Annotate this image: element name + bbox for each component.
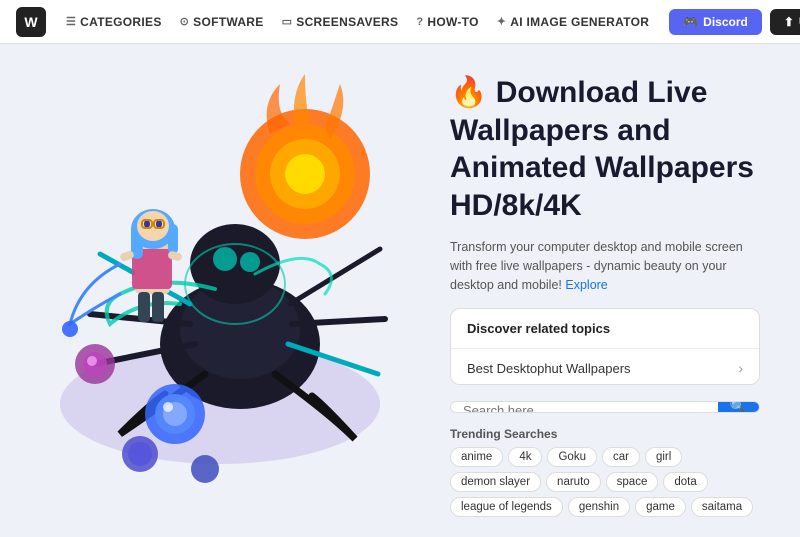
nav-label-ai-image: AI IMAGE GENERATOR: [510, 15, 649, 29]
topics-header: Discover related topics: [451, 309, 759, 349]
discord-icon: 🎮: [683, 15, 698, 29]
fire-emoji: 🔥: [450, 76, 487, 109]
discord-button[interactable]: 🎮 Discord: [669, 9, 762, 35]
right-panel: 🔥 Download Live Wallpapers and Animated …: [440, 44, 800, 537]
nav-label-software: SOFTWARE: [193, 15, 263, 29]
hero-image-area: [0, 44, 440, 537]
topics-box: Discover related topics Best Desktophut …: [450, 308, 760, 384]
howto-icon: ?: [416, 16, 423, 28]
trending-tag[interactable]: car: [602, 447, 640, 467]
nav-item-screensavers[interactable]: ▭ SCREENSAVERS: [282, 15, 399, 29]
trending-tag[interactable]: dota: [663, 472, 707, 492]
trending-tag[interactable]: genshin: [568, 497, 630, 517]
screensavers-icon: ▭: [282, 15, 293, 28]
trending-tag[interactable]: naruto: [546, 472, 601, 492]
search-input[interactable]: [451, 402, 718, 413]
logo[interactable]: W: [16, 7, 46, 37]
header-buttons: 🎮 Discord ⬆ Upload: [669, 9, 800, 35]
upload-icon: ⬆: [784, 15, 794, 29]
search-box: 🔍: [450, 401, 760, 413]
trending-tag[interactable]: 4k: [508, 447, 542, 467]
trending-label: Trending Searches: [450, 427, 760, 441]
nav-item-ai-image[interactable]: ✦ AI IMAGE GENERATOR: [497, 15, 650, 29]
trending-tag[interactable]: league of legends: [450, 497, 563, 517]
topic-item-0[interactable]: Best Desktophut Wallpapers ›: [451, 349, 759, 384]
nav-item-software[interactable]: ⊙ SOFTWARE: [180, 15, 264, 29]
trending-tag[interactable]: anime: [450, 447, 503, 467]
ai-icon: ✦: [497, 15, 507, 28]
trending-section: Trending Searches anime4kGokucargirl demo…: [450, 427, 760, 517]
main-nav: ☰ CATEGORIES ⊙ SOFTWARE ▭ SCREENSAVERS ?…: [66, 15, 649, 29]
main-content: 🔥 Download Live Wallpapers and Animated …: [0, 44, 800, 537]
explore-link[interactable]: Explore: [565, 278, 607, 292]
nav-label-screensavers: SCREENSAVERS: [296, 15, 398, 29]
trending-tag[interactable]: girl: [645, 447, 682, 467]
trending-tag[interactable]: demon slayer: [450, 472, 541, 492]
hero-title: 🔥 Download Live Wallpapers and Animated …: [450, 74, 776, 224]
header: W ☰ CATEGORIES ⊙ SOFTWARE ▭ SCREENSAVERS…: [0, 0, 800, 44]
search-icon: 🔍: [730, 401, 747, 413]
trending-tag[interactable]: game: [635, 497, 686, 517]
nav-item-categories[interactable]: ☰ CATEGORIES: [66, 15, 162, 29]
nav-item-howto[interactable]: ? HOW-TO: [416, 15, 478, 29]
nav-label-howto: HOW-TO: [427, 15, 478, 29]
hero-illustration: [20, 54, 420, 514]
trending-tag[interactable]: space: [606, 472, 659, 492]
upload-button[interactable]: ⬆ Upload: [770, 9, 800, 35]
trending-tags: anime4kGokucargirl demon slayernarutospac…: [450, 447, 760, 517]
search-button[interactable]: 🔍: [718, 402, 759, 412]
categories-icon: ☰: [66, 15, 76, 28]
chevron-icon-0: ›: [738, 360, 743, 376]
hero-subtitle: Transform your computer desktop and mobi…: [450, 238, 760, 294]
trending-tag[interactable]: saitama: [691, 497, 753, 517]
trending-tag[interactable]: Goku: [547, 447, 597, 467]
topic-label-0: Best Desktophut Wallpapers: [467, 361, 631, 376]
software-icon: ⊙: [180, 15, 190, 28]
nav-label-categories: CATEGORIES: [80, 15, 161, 29]
